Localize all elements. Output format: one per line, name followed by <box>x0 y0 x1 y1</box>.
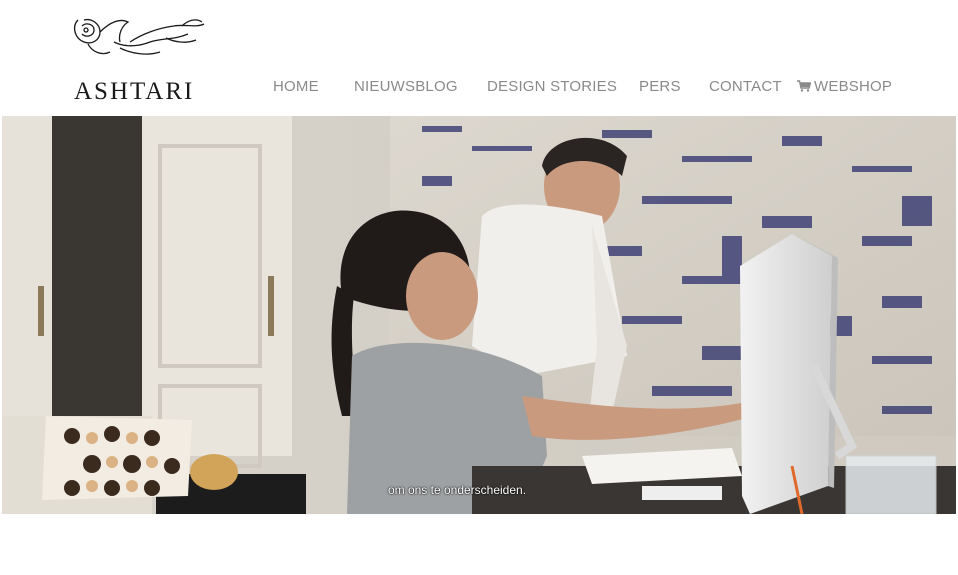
nav-pers[interactable]: PERS <box>639 78 681 95</box>
brand-name: ASHTARI <box>74 78 195 105</box>
brand-logo[interactable]: ASHTARI <box>70 12 210 105</box>
nav-webshop-label: WEBSHOP <box>814 78 893 95</box>
video-frame <box>2 116 956 514</box>
ornament-icon <box>73 18 205 55</box>
site-header: ASHTARI HOME NIEUWSBLOG DESIGN STORIES P… <box>0 0 958 116</box>
video-subtitle: om ons te onderscheiden. <box>387 483 527 497</box>
nav-nieuwsblog[interactable]: NIEUWSBLOG <box>354 78 458 95</box>
nav-home[interactable]: HOME <box>273 78 319 95</box>
nav-contact[interactable]: CONTACT <box>709 78 782 95</box>
nav-design-stories[interactable]: DESIGN STORIES <box>487 78 617 95</box>
nav-webshop[interactable]: WEBSHOP <box>797 78 892 95</box>
hero-video[interactable]: om ons te onderscheiden. <box>2 116 956 514</box>
cart-icon <box>797 80 811 92</box>
